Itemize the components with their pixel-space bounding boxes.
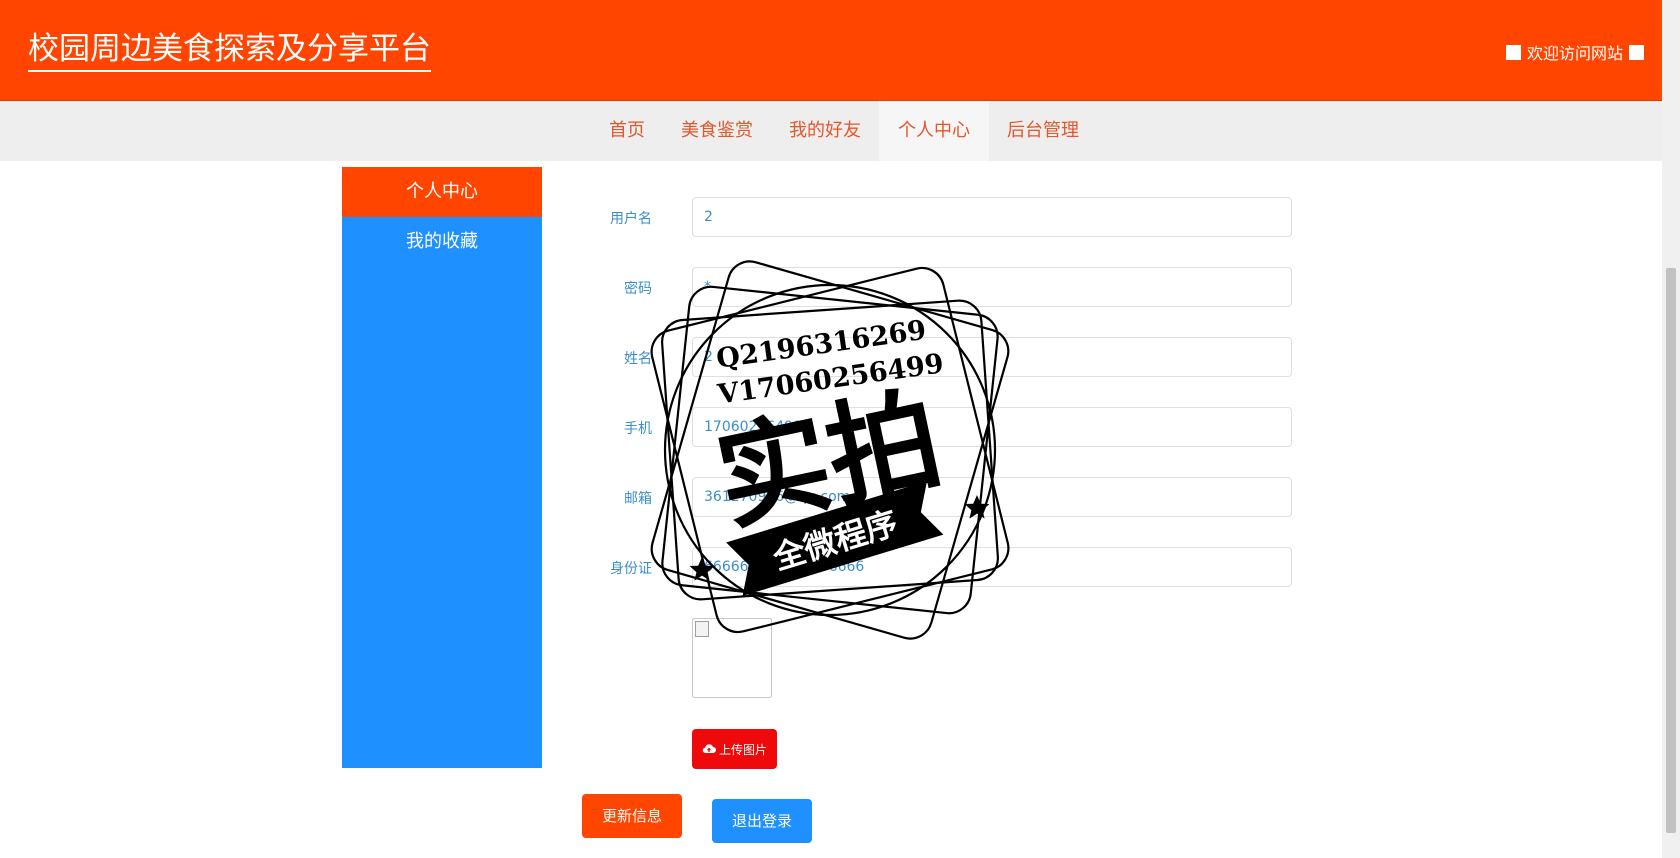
username-label: 用户名 (610, 211, 652, 227)
phone-input[interactable]: 17060256499 (692, 407, 1292, 447)
username-row: 用户名 2 (582, 197, 1292, 237)
phone-label: 手机 (624, 421, 652, 437)
email-label: 邮箱 (624, 491, 652, 507)
scrollbar[interactable] (1662, 0, 1680, 858)
id-card-input[interactable]: 666666666666666666 (692, 547, 1292, 587)
welcome-text: 欢迎访问网站 (1526, 44, 1623, 63)
square-icon (1629, 44, 1644, 60)
sidebar-item-my-favorites[interactable]: 我的收藏 (342, 217, 542, 267)
sidebar-item-personal-center[interactable]: 个人中心 (342, 167, 542, 217)
avatar-image (692, 618, 772, 698)
site-header: 校园周边美食探索及分享平台 欢迎访问网站 (0, 0, 1662, 101)
welcome-area: 欢迎访问网站 (1505, 40, 1644, 64)
email-row: 邮箱 361270936@qq.com (582, 477, 1292, 517)
id-card-label: 身份证 (610, 561, 652, 577)
name-label: 姓名 (624, 351, 652, 367)
nav-my-friends[interactable]: 我的好友 (771, 101, 879, 161)
nav-admin[interactable]: 后台管理 (989, 101, 1097, 161)
cloud-upload-icon (702, 744, 716, 754)
id-card-row: 身份证 666666666666666666 (582, 547, 1292, 587)
password-label: 密码 (624, 281, 652, 297)
phone-row: 手机 17060256499 (582, 407, 1292, 447)
main-nav: 首页 美食鉴赏 我的好友 个人中心 后台管理 (0, 101, 1662, 161)
password-row: 密码 * (582, 267, 1292, 307)
site-title[interactable]: 校园周边美食探索及分享平台 (28, 30, 431, 72)
upload-label: 上传图片 (718, 742, 767, 757)
username-input[interactable]: 2 (692, 197, 1292, 237)
password-input[interactable]: * (692, 267, 1292, 307)
name-row: 姓名 2 (582, 337, 1292, 377)
update-info-button[interactable]: 更新信息 (582, 794, 682, 838)
watermark-big: 实拍 (706, 374, 952, 548)
logout-button[interactable]: 退出登录 (712, 799, 812, 843)
sidebar: 个人中心 我的收藏 (342, 167, 542, 768)
upload-image-button[interactable]: 上传图片 (692, 729, 777, 769)
nav-personal-center[interactable]: 个人中心 (879, 101, 989, 161)
nav-food-appreciation[interactable]: 美食鉴赏 (663, 101, 771, 161)
nav-home[interactable]: 首页 (591, 101, 663, 161)
broken-image-icon (695, 621, 709, 637)
square-icon (1505, 44, 1521, 60)
scroll-thumb[interactable] (1666, 268, 1676, 833)
email-input[interactable]: 361270936@qq.com (692, 477, 1292, 517)
name-input[interactable]: 2 (692, 337, 1292, 377)
